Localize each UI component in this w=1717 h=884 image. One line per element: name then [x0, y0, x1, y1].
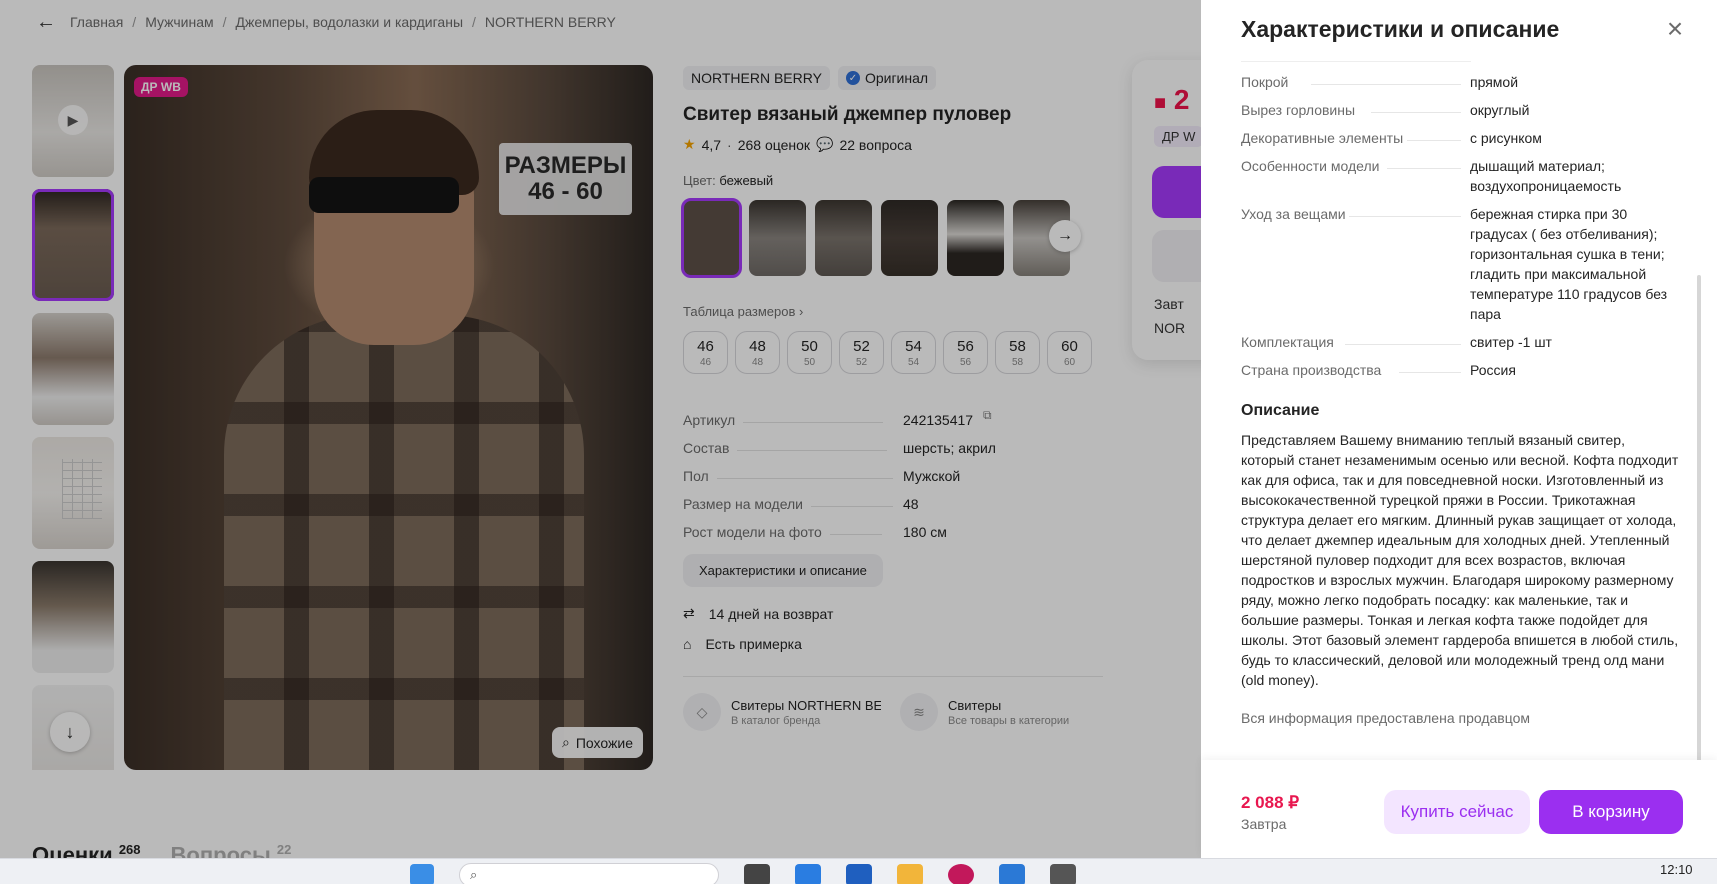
close-icon[interactable]: × — [1662, 15, 1688, 43]
spec-row: Вырез горловины округлый — [1241, 100, 1681, 120]
spec-key: Вырез горловины — [1241, 102, 1356, 118]
panel-footer: 2 088 ₽ Завтра Купить сейчас В корзину — [1201, 760, 1717, 858]
spec-leader — [1407, 140, 1461, 141]
characteristics-panel: Характеристики и описание × Покрой прямой… — [1201, 0, 1717, 858]
copilot-icon[interactable] — [795, 864, 821, 884]
description-text: Представляем Вашему вниманию теплый вяза… — [1241, 432, 1679, 688]
taskbar-clock[interactable]: 12:10 — [1660, 862, 1693, 877]
spec-row: Комплектация свитер -1 шт — [1241, 332, 1681, 352]
add-to-cart-button[interactable]: В корзину — [1539, 790, 1683, 834]
spec-key: Уход за вещами — [1241, 206, 1346, 222]
spec-row: Особенности модели дышащий материал; возд… — [1241, 156, 1681, 196]
spec-value: бережная стирка при 30 градусах ( без от… — [1470, 206, 1668, 322]
app-icon[interactable] — [1050, 864, 1076, 884]
spec-value: прямой — [1470, 74, 1519, 90]
spec-value: с рисунком — [1470, 130, 1542, 146]
task-view-icon[interactable] — [744, 864, 770, 884]
spec-row: Страна производства Россия — [1241, 360, 1681, 380]
spec-value: округлый — [1470, 102, 1530, 118]
taskbar-search[interactable]: ⌕ — [459, 863, 719, 884]
search-icon: ⌕ — [470, 867, 478, 882]
spec-row: Декоративные элементы с рисунком — [1241, 128, 1681, 148]
description-heading: Описание — [1241, 402, 1320, 419]
spec-leader — [1311, 84, 1461, 85]
footer-price: 2 088 ₽ — [1241, 793, 1300, 812]
spec-key: Особенности модели — [1241, 158, 1380, 174]
spec-leader — [1349, 216, 1461, 217]
start-icon[interactable] — [410, 864, 434, 884]
taskbar-icons: ⌕ — [410, 863, 1076, 884]
spec-row: Уход за вещами бережная стирка при 30 гра… — [1241, 204, 1681, 324]
app-icon[interactable] — [999, 864, 1025, 884]
store-icon[interactable] — [846, 864, 872, 884]
buy-now-button[interactable]: Купить сейчас — [1384, 790, 1530, 834]
spec-key: Страна производства — [1241, 362, 1382, 378]
spec-row: Покрой прямой — [1241, 72, 1681, 92]
spec-value: дышащий материал; воздухопроницаемость — [1470, 158, 1622, 194]
os-taskbar: ⌕ 12:10 — [0, 858, 1717, 884]
spec-leader — [1387, 168, 1461, 169]
browser-icon[interactable] — [948, 864, 974, 884]
panel-title: Характеристики и описание — [1241, 16, 1560, 42]
spec-key: Покрой — [1241, 74, 1289, 90]
spec-leader — [1345, 344, 1461, 345]
folder-icon[interactable] — [897, 864, 923, 884]
spec-leader — [1399, 372, 1461, 373]
spec-leader — [1371, 112, 1461, 113]
spec-value: Россия — [1470, 362, 1516, 378]
footer-delivery: Завтра — [1241, 816, 1287, 832]
spec-key: Декоративные элементы — [1241, 130, 1404, 146]
spec-key: Комплектация — [1241, 334, 1334, 350]
panel-scroll-area[interactable]: Покрой прямой Вырез горловины округлый Дек… — [1241, 56, 1681, 756]
panel-scrollbar[interactable] — [1697, 275, 1701, 765]
seller-note: Вся информация предоставлена продавцом — [1241, 710, 1531, 726]
spec-value: свитер -1 шт — [1470, 334, 1552, 350]
